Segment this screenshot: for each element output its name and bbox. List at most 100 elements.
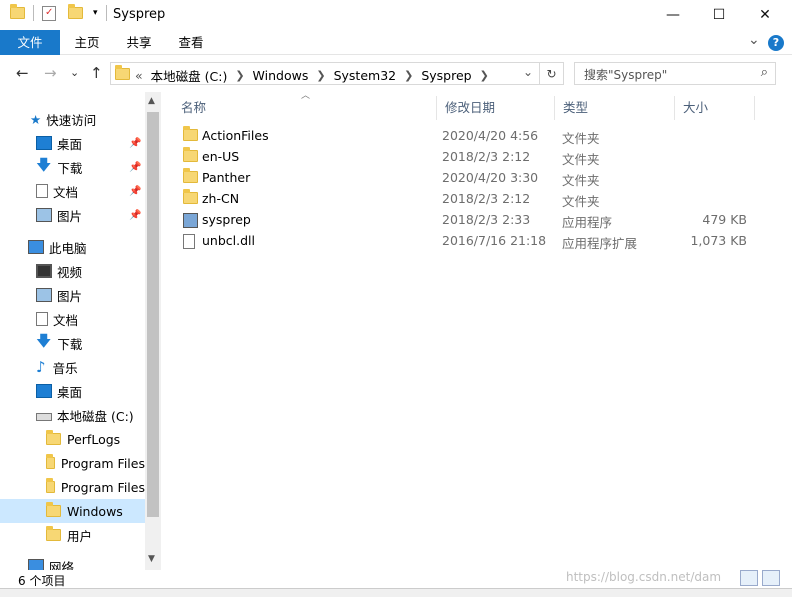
tab-file[interactable]: 文件 xyxy=(0,30,60,55)
address-row: ← → ⌄ ↑ « 本地磁盘 (C:) ❯ Windows ❯ System32… xyxy=(0,58,792,90)
nav-label: PerfLogs xyxy=(67,431,121,447)
nav-local-disk[interactable]: 本地磁盘 (C:) xyxy=(0,403,145,427)
folder-icon xyxy=(10,4,25,19)
column-header-type[interactable]: 类型 xyxy=(555,96,675,120)
file-name[interactable]: en-US xyxy=(202,149,239,164)
search-icon[interactable]: ⌕ xyxy=(761,65,768,80)
chevron-right-icon[interactable]: ❯ xyxy=(480,69,489,82)
table-row[interactable]: zh-CN 2018/2/3 2:12 文件夹 xyxy=(175,189,775,210)
nav-program-files-x86[interactable]: Program Files xyxy=(0,475,145,499)
nav-label: 本地磁盘 (C:) xyxy=(57,408,134,424)
nav-this-pc[interactable]: 此电脑 xyxy=(0,235,145,259)
nav-users[interactable]: 用户 xyxy=(0,523,145,547)
refresh-button[interactable]: ↻ xyxy=(540,62,564,85)
nav-downloads[interactable]: 🡇 下载 xyxy=(0,331,145,355)
chevron-right-icon[interactable]: ❯ xyxy=(404,69,413,82)
breadcrumb-system32[interactable]: System32 xyxy=(334,68,397,83)
nav-videos[interactable]: 视频 xyxy=(0,259,145,283)
details-view-icon[interactable] xyxy=(740,570,758,586)
file-list: ︿ 名称 修改日期 类型 大小 ActionFiles 2020/4/20 4:5… xyxy=(161,91,792,570)
tab-share[interactable]: 共享 xyxy=(116,30,162,55)
new-folder-icon[interactable] xyxy=(68,4,83,19)
help-icon[interactable]: ? xyxy=(768,35,784,51)
breadcrumb-windows[interactable]: Windows xyxy=(253,68,309,83)
table-row[interactable]: en-US 2018/2/3 2:12 文件夹 xyxy=(175,147,775,168)
nav-label: 图片 xyxy=(57,208,83,224)
breadcrumb-sysprep[interactable]: Sysprep xyxy=(421,68,471,83)
nav-pictures[interactable]: 图片 xyxy=(0,283,145,307)
address-bar[interactable]: « 本地磁盘 (C:) ❯ Windows ❯ System32 ❯ Syspr… xyxy=(110,62,540,85)
nav-label: 下载 xyxy=(57,160,83,176)
table-row[interactable]: Panther 2020/4/20 3:30 文件夹 xyxy=(175,168,775,189)
nav-quick-access[interactable]: ★ 快速访问 xyxy=(0,107,145,131)
pin-icon[interactable]: 📌 xyxy=(129,210,141,221)
nav-desktop[interactable]: 桌面 xyxy=(0,131,145,155)
watermark: https://blog.csdn.net/dam xyxy=(566,570,722,584)
column-header-size[interactable]: 大小 xyxy=(675,96,755,120)
ribbon: 文件 主页 共享 查看 ⌄ ? xyxy=(0,30,792,55)
properties-icon[interactable]: ✓ xyxy=(42,5,56,21)
file-name[interactable]: zh-CN xyxy=(202,191,239,206)
customize-toolbar-icon[interactable]: ▾ xyxy=(93,8,98,18)
nav-downloads[interactable]: 🡇 下载 xyxy=(0,155,145,179)
search-placeholder: 搜索"Sysprep" xyxy=(584,68,668,82)
file-type: 应用程序扩展 xyxy=(562,236,638,251)
close-button[interactable]: ✕ xyxy=(742,0,788,30)
application-icon xyxy=(183,213,198,228)
breadcrumb-local-disk[interactable]: 本地磁盘 (C:) xyxy=(151,66,228,85)
chevron-right-icon[interactable]: ❯ xyxy=(316,69,325,82)
tab-home[interactable]: 主页 xyxy=(64,30,110,55)
nav-documents[interactable]: 文档 xyxy=(0,179,145,203)
up-button[interactable]: ↑ xyxy=(90,64,103,82)
search-input[interactable]: 搜索"Sysprep" ⌕ xyxy=(574,62,776,85)
minimize-button[interactable]: — xyxy=(650,0,696,30)
folder-icon xyxy=(183,189,198,204)
forward-button[interactable]: → xyxy=(44,64,57,82)
table-row[interactable]: unbcl.dll 2016/7/16 21:18 应用程序扩展 1,073 KB xyxy=(175,231,775,252)
maximize-button[interactable]: ☐ xyxy=(696,0,742,30)
nav-scrollbar[interactable]: ▲ ▼ xyxy=(145,92,161,570)
column-header-date[interactable]: 修改日期 xyxy=(437,96,555,120)
nav-perflogs[interactable]: PerfLogs xyxy=(0,427,145,451)
nav-label: 文档 xyxy=(53,184,79,200)
nav-network[interactable]: 网络 xyxy=(0,554,145,570)
nav-label: 网络 xyxy=(49,559,75,571)
folder-icon xyxy=(183,147,198,162)
scroll-up-icon[interactable]: ▲ xyxy=(148,96,155,106)
table-row[interactable]: ActionFiles 2020/4/20 4:56 文件夹 xyxy=(175,126,775,147)
nav-pictures[interactable]: 图片 xyxy=(0,203,145,227)
quick-access-toolbar: ✓ ▾ xyxy=(10,4,111,21)
title-bar: ✓ ▾ Sysprep — ☐ ✕ xyxy=(0,0,792,30)
folder-icon xyxy=(46,454,55,469)
ribbon-expand-icon[interactable]: ⌄ xyxy=(748,32,760,48)
scroll-down-icon[interactable]: ▼ xyxy=(148,554,155,564)
video-icon xyxy=(36,264,52,278)
star-icon: ★ xyxy=(30,111,42,127)
file-name[interactable]: sysprep xyxy=(202,212,251,227)
file-name[interactable]: ActionFiles xyxy=(202,128,269,143)
nav-label: Program Files xyxy=(60,455,145,471)
recent-locations-button[interactable]: ⌄ xyxy=(70,66,79,79)
pin-icon[interactable]: 📌 xyxy=(129,162,141,173)
nav-music[interactable]: ♪ 音乐 xyxy=(0,355,145,379)
nav-documents[interactable]: 文档 xyxy=(0,307,145,331)
back-button[interactable]: ← xyxy=(16,64,29,82)
nav-windows[interactable]: Windows xyxy=(0,499,145,523)
address-dropdown-icon[interactable]: ⌄ xyxy=(523,65,533,79)
divider xyxy=(33,5,34,21)
pin-icon[interactable]: 📌 xyxy=(129,138,141,149)
file-name[interactable]: Panther xyxy=(202,170,250,185)
tab-view[interactable]: 查看 xyxy=(168,30,214,55)
large-icons-view-icon[interactable] xyxy=(762,570,780,586)
scroll-thumb[interactable] xyxy=(147,112,159,517)
column-header-name[interactable]: 名称 xyxy=(173,96,437,120)
breadcrumb-overflow[interactable]: « xyxy=(135,68,143,83)
nav-program-files[interactable]: Program Files xyxy=(0,451,145,475)
nav-label: 此电脑 xyxy=(49,240,87,256)
chevron-right-icon[interactable]: ❯ xyxy=(235,69,244,82)
file-name[interactable]: unbcl.dll xyxy=(202,233,255,248)
nav-desktop[interactable]: 桌面 xyxy=(0,379,145,403)
table-row[interactable]: sysprep 2018/2/3 2:33 应用程序 479 KB xyxy=(175,210,775,231)
pin-icon[interactable]: 📌 xyxy=(129,186,141,197)
file-date: 2018/2/3 2:12 xyxy=(442,191,531,206)
